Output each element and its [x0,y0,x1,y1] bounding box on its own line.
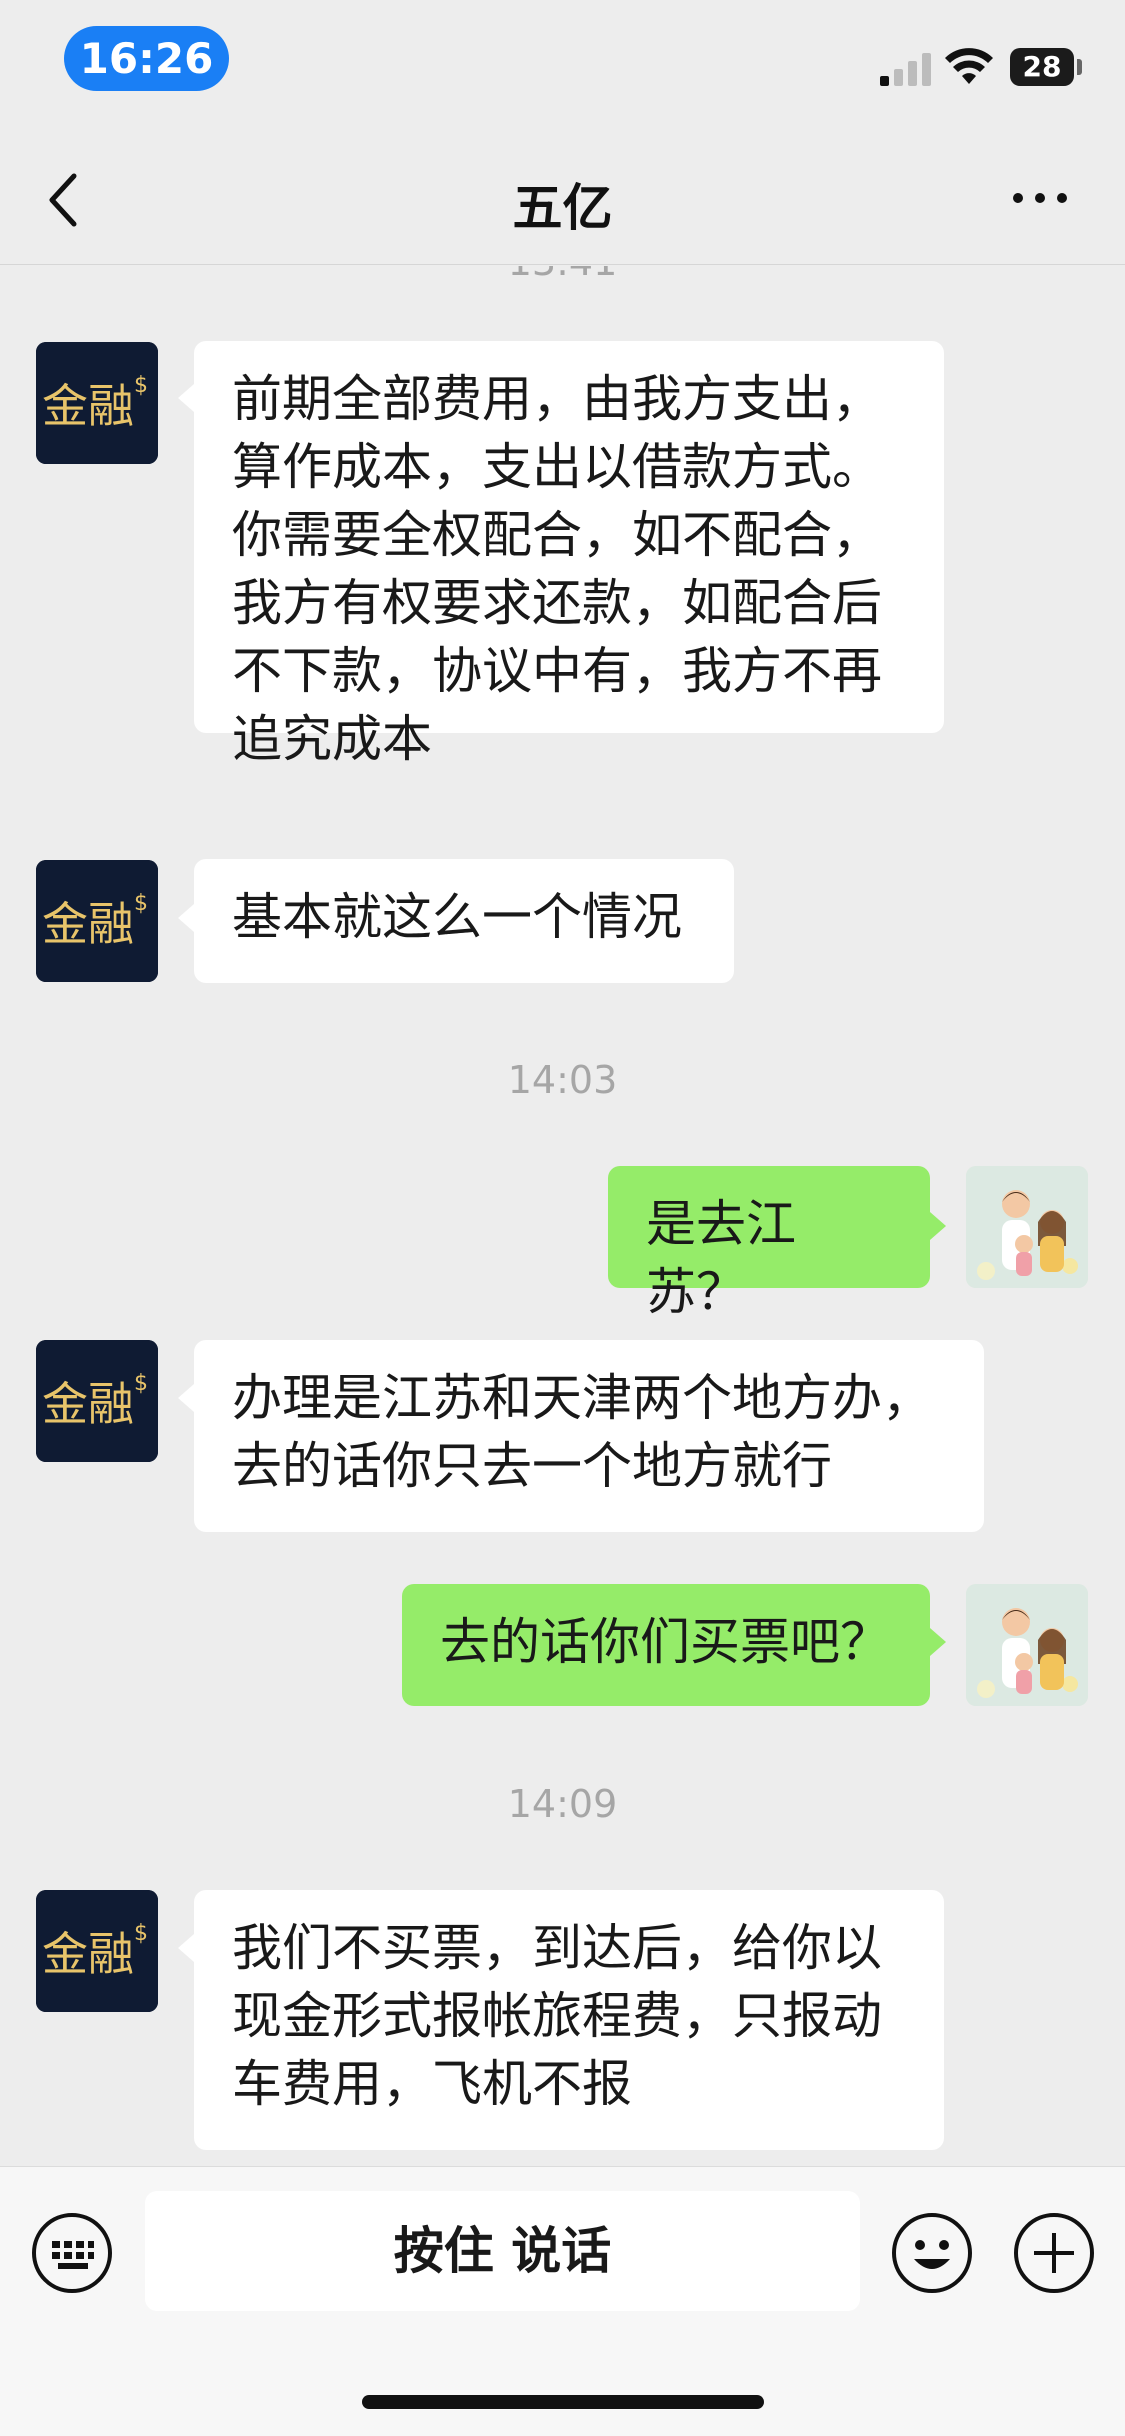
bubble-tail [178,904,194,932]
emoji-icon[interactable] [890,2211,974,2295]
contact-avatar[interactable]: 金融 $ [36,342,158,464]
user-avatar[interactable] [966,1166,1088,1288]
avatar-logo-symbol: $ [134,1371,148,1396]
status-time: 16:26 [64,26,229,91]
battery-icon: 28 [1010,48,1074,86]
user-avatar[interactable] [966,1584,1088,1706]
avatar-logo-text: 金融 [42,1927,134,1981]
chat-history[interactable]: 13:41 金融 $ 前期全部费用，由我方支出， 算作成本，支出以借款方式。 你… [0,266,1125,2166]
avatar-logo-symbol: $ [134,1921,148,1946]
plus-icon[interactable] [1012,2211,1096,2295]
chat-title: 五亿 [512,179,613,237]
signal-icon [880,53,931,86]
message-bubble-outgoing[interactable]: 是去江苏？ [608,1166,930,1321]
message-bubble-incoming[interactable]: 前期全部费用，由我方支出， 算作成本，支出以借款方式。 你需要全权配合，如不配合… [194,341,944,768]
message-timestamp: 13:41 [0,266,1125,284]
wifi-icon [945,48,993,84]
bubble-tail [178,1384,194,1412]
more-dots-icon[interactable] [1010,188,1070,208]
avatar-logo-symbol: $ [134,373,148,398]
message-bubble-incoming[interactable]: 办理是江苏和天津两个地方办， 去的话你只去一个地方就行 [194,1340,984,1532]
contact-avatar[interactable]: 金融 $ [36,1890,158,2012]
keyboard-icon[interactable] [30,2211,114,2295]
avatar-logo-symbol: $ [134,891,148,916]
avatar-logo-text: 金融 [42,897,134,951]
message-bubble-outgoing[interactable]: 去的话你们买票吧？ [402,1584,930,1706]
contact-avatar[interactable]: 金融 $ [36,1340,158,1462]
message-bubble-incoming[interactable]: 我们不买票，到达后，给你以 现金形式报帐旅程费，只报动 车费用，飞机不报 [194,1890,944,2150]
avatar-logo-text: 金融 [42,379,134,433]
status-bar: 16:26 28 [0,0,1125,130]
bubble-tail [178,384,194,412]
nav-bar: 五亿 [0,130,1125,265]
message-timestamp: 14:03 [507,1058,618,1102]
message-timestamp: 14:09 [507,1782,618,1826]
message-bubble-incoming[interactable]: 基本就这么一个情况 [194,859,734,983]
avatar-logo-text: 金融 [42,1377,134,1431]
home-indicator[interactable] [362,2395,764,2409]
contact-avatar[interactable]: 金融 $ [36,860,158,982]
bubble-tail [930,1212,946,1240]
hold-to-talk-button[interactable]: 按住 说话 [145,2191,860,2311]
battery-cap [1077,59,1082,75]
bubble-tail [178,1934,194,1962]
bubble-tail [930,1628,946,1656]
